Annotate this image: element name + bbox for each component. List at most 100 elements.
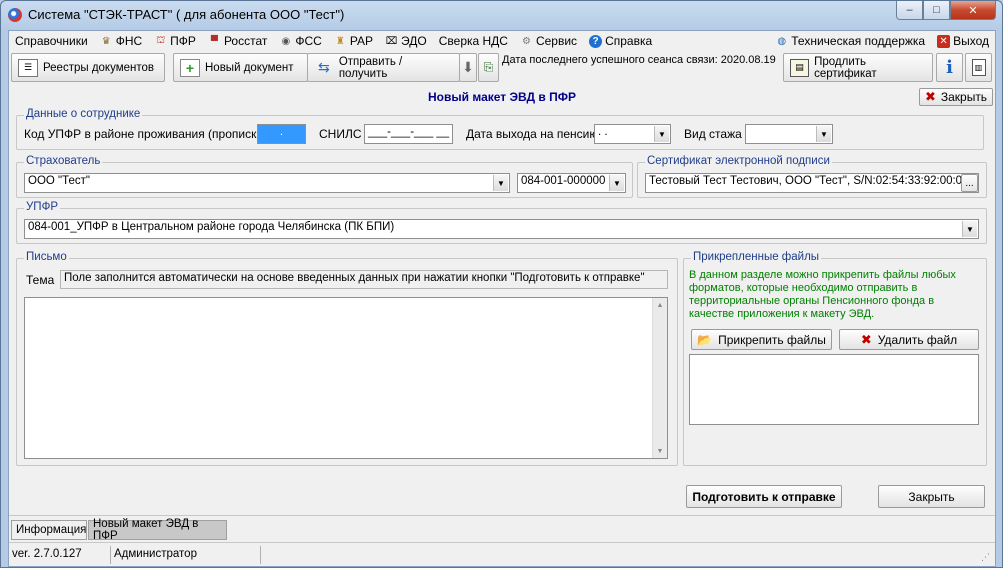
certificate-icon: ▤: [790, 58, 810, 77]
menu-label: ФНС: [115, 34, 143, 48]
attach-files-button[interactable]: 📂 Прикрепить файлы: [691, 329, 832, 350]
insurer-select[interactable]: ООО "Тест" ▼: [24, 173, 510, 193]
delete-x-icon: ✖: [860, 331, 872, 347]
pension-date-picker[interactable]: . . ▼: [594, 124, 671, 144]
title-bar[interactable]: Система "СТЭК-ТРАСТ" ( для абонента ООО …: [1, 1, 1002, 29]
status-bar: ver. 2.7.0.127 Администратор ⋰: [9, 542, 995, 566]
menu-support[interactable]: ◍ Техническая поддержка: [769, 31, 931, 51]
upfr-group: УПФР 084-001_УПФР в Центральном районе г…: [16, 201, 987, 244]
upfr-value: 084-001_УПФР в Центральном районе города…: [28, 221, 395, 233]
certificate-group: Сертификат электронной подписи Тестовый …: [637, 155, 987, 198]
gear-icon: ⚙: [521, 35, 531, 47]
fss-icon: ◉: [281, 35, 291, 47]
chevron-down-icon[interactable]: ▼: [609, 175, 624, 191]
help-icon: ?: [589, 34, 603, 48]
download-arrow-button[interactable]: ⬇: [459, 53, 477, 82]
menu-edo[interactable]: ⌧ ЭДО: [379, 31, 433, 51]
upfr-label: УПФР: [24, 201, 60, 213]
send-receive-label: Отправить / получить: [338, 55, 403, 80]
delete-file-label: Удалить файл: [877, 332, 958, 347]
chevron-down-icon[interactable]: ▼: [654, 126, 669, 142]
window-tabs: Информация Новый макет ЭВД в ПФР: [9, 515, 995, 542]
snils-input[interactable]: ___-___-___ __: [364, 124, 453, 144]
maximize-button[interactable]: □: [923, 1, 950, 20]
close-bottom-button[interactable]: Закрыть: [878, 485, 985, 508]
app-window: Система "СТЭК-ТРАСТ" ( для абонента ООО …: [0, 0, 1003, 568]
upfr-code-input[interactable]: .: [257, 124, 306, 144]
subject-input: Поле заполнится автоматически на основе …: [60, 270, 668, 289]
certificate-browse-button[interactable]: ...: [961, 174, 978, 192]
menu-fns[interactable]: ♛ ФНС: [94, 31, 148, 51]
close-top-button[interactable]: ✖ Закрыть: [919, 88, 993, 106]
certificate-input[interactable]: Тестовый Тест Тестович, ООО "Тест", S/N:…: [645, 173, 979, 193]
subject-label: Тема: [26, 273, 55, 287]
new-document-icon: +: [180, 58, 200, 77]
refresh-documents-button[interactable]: ⎘: [478, 53, 499, 82]
exit-icon: ✕: [937, 34, 951, 48]
letter-scrollbar[interactable]: ▲ ▼: [652, 298, 667, 458]
document-header: Новый макет ЭВД в ПФР ✖ Закрыть: [9, 85, 995, 107]
extend-certificate-button[interactable]: ▤ Продлить сертификат: [783, 53, 933, 82]
tab-information[interactable]: Информация: [11, 520, 87, 540]
document-title: Новый макет ЭВД в ПФР: [428, 90, 576, 104]
chevron-down-icon[interactable]: ▼: [493, 175, 508, 191]
attachments-label: Прикрепленные файлы: [691, 251, 822, 263]
menu-vat-reconciliation[interactable]: Сверка НДС: [433, 31, 514, 51]
info-button[interactable]: i: [936, 53, 963, 82]
pdf-document-icon: ▥: [971, 59, 986, 76]
pfr-logo-icon: ⛫: [156, 34, 166, 46]
documents-sync-icon: ⎘: [483, 60, 494, 74]
menu-fss[interactable]: ◉ ФСС: [273, 31, 327, 51]
upfr-select[interactable]: 084-001_УПФР в Центральном районе города…: [24, 219, 979, 239]
menu-service[interactable]: ⚙ Сервис: [514, 31, 583, 51]
tab-new-evd[interactable]: Новый макет ЭВД в ПФР: [88, 518, 227, 542]
menu-label: ПФР: [170, 34, 196, 48]
employee-data-label: Данные о сотруднике: [24, 108, 143, 120]
menu-help[interactable]: ? Справка: [583, 31, 658, 51]
insurer-code-select[interactable]: 084-001-000000 ▼: [517, 173, 626, 193]
snils-label: СНИЛС: [319, 127, 362, 141]
registers-label: Реестры документов: [43, 61, 155, 74]
scroll-down-icon[interactable]: ▼: [653, 444, 667, 458]
chevron-down-icon[interactable]: ▼: [816, 126, 831, 142]
send-receive-button[interactable]: ⇆ Отправить / получить: [307, 53, 460, 82]
menu-label: Справка: [605, 34, 653, 48]
pension-date-value: . .: [598, 126, 608, 138]
seniority-select[interactable]: ▼: [745, 124, 833, 144]
pension-date-label: Дата выхода на пенсию: [466, 127, 599, 141]
app-logo-icon: [8, 8, 22, 22]
close-x-icon: ✖: [924, 89, 936, 104]
minimize-button[interactable]: ‒: [896, 1, 923, 20]
attached-files-list[interactable]: [689, 354, 979, 425]
delete-file-button[interactable]: ✖ Удалить файл: [839, 329, 979, 350]
info-icon: i: [946, 57, 953, 78]
menu-rar[interactable]: ♜ РАР: [328, 31, 379, 51]
insurer-group: Страхователь ООО "Тест" ▼ 084-001-000000…: [16, 155, 633, 198]
menu-label: РАР: [349, 34, 374, 48]
pdf-button[interactable]: ▥: [965, 53, 992, 82]
menu-rosstat[interactable]: ▀ Росстат: [202, 31, 273, 51]
prepare-to-send-button[interactable]: Подготовить к отправке: [686, 485, 842, 508]
employee-data-group: Данные о сотруднике Код УПФР в районе пр…: [16, 108, 984, 150]
menu-pfr[interactable]: ⛫ ПФР: [148, 31, 202, 51]
resize-grip-icon[interactable]: ⋰: [981, 551, 993, 563]
menu-references[interactable]: Справочники: [9, 31, 94, 51]
menu-exit[interactable]: ✕ Выход: [931, 31, 995, 51]
send-receive-icon: ⇆: [318, 59, 330, 75]
close-window-button[interactable]: ✕: [950, 1, 996, 20]
chevron-down-icon[interactable]: ▼: [962, 221, 977, 237]
edo-icon: ⌧: [385, 35, 398, 47]
insurer-label: Страхователь: [24, 155, 103, 167]
registers-button[interactable]: ☰ Реестры документов: [11, 53, 165, 82]
new-document-button[interactable]: + Новый документ: [173, 53, 308, 82]
new-document-label: Новый документ: [205, 61, 294, 74]
rosstat-icon: ▀: [210, 35, 218, 47]
tab-label: Информация: [16, 524, 87, 536]
letter-body-textarea[interactable]: ▲ ▼: [24, 297, 668, 459]
down-arrow-icon: ⬇: [462, 59, 474, 75]
folder-open-icon: 📂: [697, 332, 713, 347]
attachments-info-text: В данном разделе можно прикрепить файлы …: [689, 269, 956, 320]
user-text: Администратор: [111, 546, 261, 564]
menu-bar: Справочники ♛ ФНС ⛫ ПФР ▀ Росстат ◉ ФСС ♜ РАР…: [9, 31, 995, 51]
scroll-up-icon[interactable]: ▲: [653, 298, 667, 312]
